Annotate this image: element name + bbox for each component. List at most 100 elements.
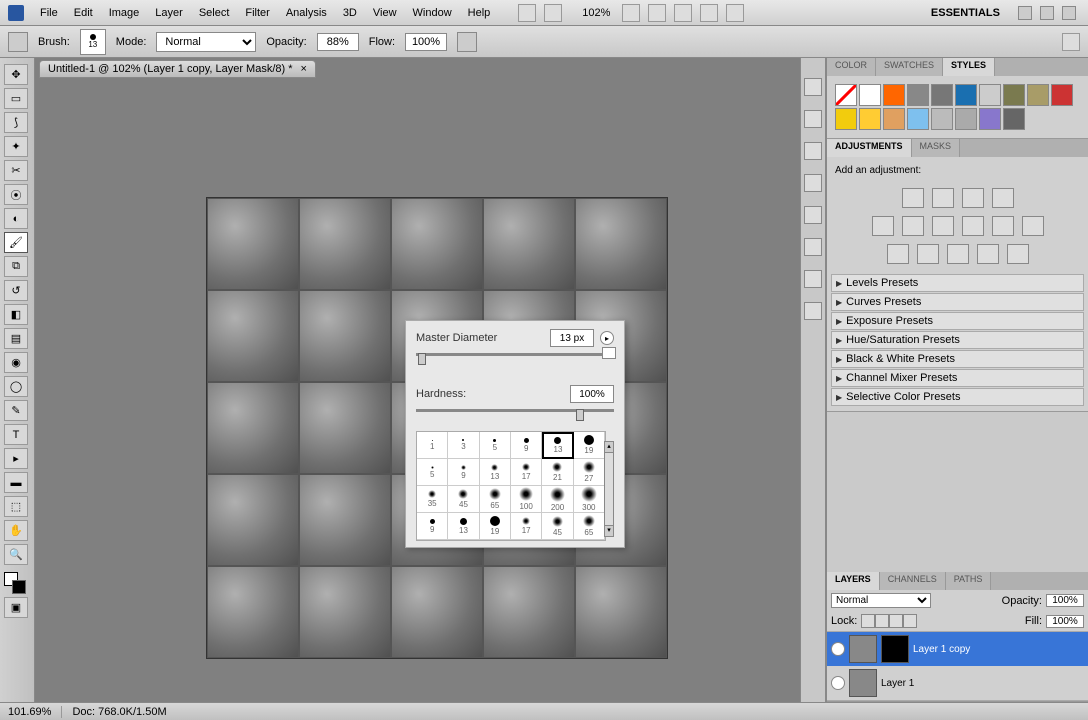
brush-preset-cell[interactable]: 19 [574, 432, 605, 459]
preset-row[interactable]: ▶Selective Color Presets [831, 388, 1084, 406]
clone-source-panel-icon[interactable] [804, 206, 822, 224]
tab-adjustments[interactable]: ADJUSTMENTS [827, 139, 912, 157]
tab-layers[interactable]: LAYERS [827, 572, 880, 590]
pen-tool[interactable]: ✎ [4, 400, 28, 421]
color-balance-icon[interactable] [932, 216, 954, 236]
style-swatch[interactable] [1003, 108, 1025, 130]
master-diameter-input[interactable] [550, 329, 594, 347]
hand-tool[interactable]: ✋ [4, 520, 28, 541]
menu-select[interactable]: Select [191, 7, 238, 19]
menu-filter[interactable]: Filter [237, 7, 277, 19]
brush-preset-cell[interactable]: 100 [511, 486, 542, 513]
layer-name[interactable]: Layer 1 copy [913, 644, 970, 655]
launch-bridge-icon[interactable] [518, 4, 536, 22]
brush-preset-cell[interactable]: 35 [417, 486, 448, 513]
blend-mode-select[interactable]: Normal [156, 32, 256, 52]
brush-preset-cell[interactable]: 13 [480, 459, 511, 486]
canvas-viewport[interactable]: Master Diameter ▸ Hardness: 135913195913… [35, 78, 800, 702]
tab-swatches[interactable]: SWATCHES [876, 58, 943, 76]
brush-preset-cell[interactable]: 1 [417, 432, 448, 459]
brightness-contrast-icon[interactable] [902, 188, 924, 208]
fill-input[interactable] [1046, 615, 1084, 628]
layer-thumbnail[interactable] [849, 669, 877, 697]
curves-icon[interactable] [962, 188, 984, 208]
style-swatch[interactable] [979, 84, 1001, 106]
close-button[interactable] [1062, 6, 1076, 20]
screen-icon[interactable] [726, 4, 744, 22]
menu-layer[interactable]: Layer [147, 7, 191, 19]
hue-saturation-icon[interactable] [902, 216, 924, 236]
lock-all-icon[interactable] [903, 614, 917, 628]
history-brush-tool[interactable]: ↺ [4, 280, 28, 301]
zoom-display[interactable]: 102% [578, 7, 614, 19]
brush-preset-cell[interactable]: 5 [480, 432, 511, 459]
status-zoom[interactable]: 101.69% [8, 706, 51, 718]
style-swatch[interactable] [907, 108, 929, 130]
levels-icon[interactable] [932, 188, 954, 208]
mask-thumbnail[interactable] [881, 635, 909, 663]
status-doc[interactable]: Doc: 768.0K/1.50M [72, 706, 166, 718]
color-swatches[interactable] [4, 572, 26, 594]
brush-preset-cell[interactable]: 5 [417, 459, 448, 486]
layer-blend-mode[interactable]: Normal [831, 593, 931, 608]
posterize-icon[interactable] [917, 244, 939, 264]
close-tab-icon[interactable]: × [301, 63, 307, 75]
menu-image[interactable]: Image [101, 7, 148, 19]
lock-transparency-icon[interactable] [861, 614, 875, 628]
hand-tool-icon[interactable] [622, 4, 640, 22]
layer-name[interactable]: Layer 1 [881, 678, 914, 689]
preset-row[interactable]: ▶Channel Mixer Presets [831, 369, 1084, 387]
lock-position-icon[interactable] [889, 614, 903, 628]
info-panel-icon[interactable] [804, 238, 822, 256]
brush-preset-cell[interactable]: 13 [542, 432, 573, 459]
layer-opacity-input[interactable] [1046, 594, 1084, 607]
hardness-input[interactable] [570, 385, 614, 403]
brush-preset-cell[interactable]: 3 [448, 432, 479, 459]
brush-preset-cell[interactable]: 9 [417, 513, 448, 540]
brush-preset-cell[interactable]: 300 [574, 486, 605, 513]
dodge-tool[interactable]: ◯ [4, 376, 28, 397]
style-swatch[interactable] [859, 84, 881, 106]
menu-edit[interactable]: Edit [66, 7, 101, 19]
brush-preset-cell[interactable]: 200 [542, 486, 573, 513]
flow-input[interactable] [405, 33, 447, 51]
style-swatch[interactable] [1003, 84, 1025, 106]
lock-pixels-icon[interactable] [875, 614, 889, 628]
style-swatch[interactable] [883, 84, 905, 106]
tab-paths[interactable]: PATHS [946, 572, 992, 590]
move-tool[interactable]: ✥ [4, 64, 28, 85]
style-swatch[interactable] [835, 108, 857, 130]
menu-view[interactable]: View [365, 7, 405, 19]
brushes-panel-icon[interactable] [804, 174, 822, 192]
menu-file[interactable]: File [32, 7, 66, 19]
character-panel-icon[interactable] [804, 270, 822, 288]
layer-thumbnail[interactable] [849, 635, 877, 663]
menu-analysis[interactable]: Analysis [278, 7, 335, 19]
tab-masks[interactable]: MASKS [912, 139, 961, 157]
style-swatch[interactable] [931, 84, 953, 106]
opacity-input[interactable] [317, 33, 359, 51]
menu-help[interactable]: Help [460, 7, 499, 19]
preset-row[interactable]: ▶Hue/Saturation Presets [831, 331, 1084, 349]
style-swatch[interactable] [1027, 84, 1049, 106]
airbrush-icon[interactable] [457, 32, 477, 52]
style-swatch[interactable] [883, 108, 905, 130]
brush-preset-cell[interactable]: 13 [448, 513, 479, 540]
style-swatch[interactable] [859, 108, 881, 130]
brush-grid-scrollbar[interactable]: ▴▾ [604, 441, 614, 537]
history-panel-icon[interactable] [804, 78, 822, 96]
brush-panel-toggle-icon[interactable] [1062, 33, 1080, 51]
brush-preset-cell[interactable]: 9 [448, 459, 479, 486]
style-none[interactable] [835, 84, 857, 106]
brush-preset-cell[interactable]: 17 [511, 459, 542, 486]
magic-wand-tool[interactable]: ✦ [4, 136, 28, 157]
brush-preset-cell[interactable]: 19 [480, 513, 511, 540]
paragraph-panel-icon[interactable] [804, 302, 822, 320]
visibility-toggle-icon[interactable] [831, 676, 845, 690]
brush-tool-icon[interactable] [8, 32, 28, 52]
brush-preset-cell[interactable]: 45 [542, 513, 573, 540]
tab-channels[interactable]: CHANNELS [880, 572, 946, 590]
workspace-switcher[interactable]: ESSENTIALS [921, 7, 1010, 19]
zoom-tool[interactable]: 🔍 [4, 544, 28, 565]
black-white-icon[interactable] [962, 216, 984, 236]
